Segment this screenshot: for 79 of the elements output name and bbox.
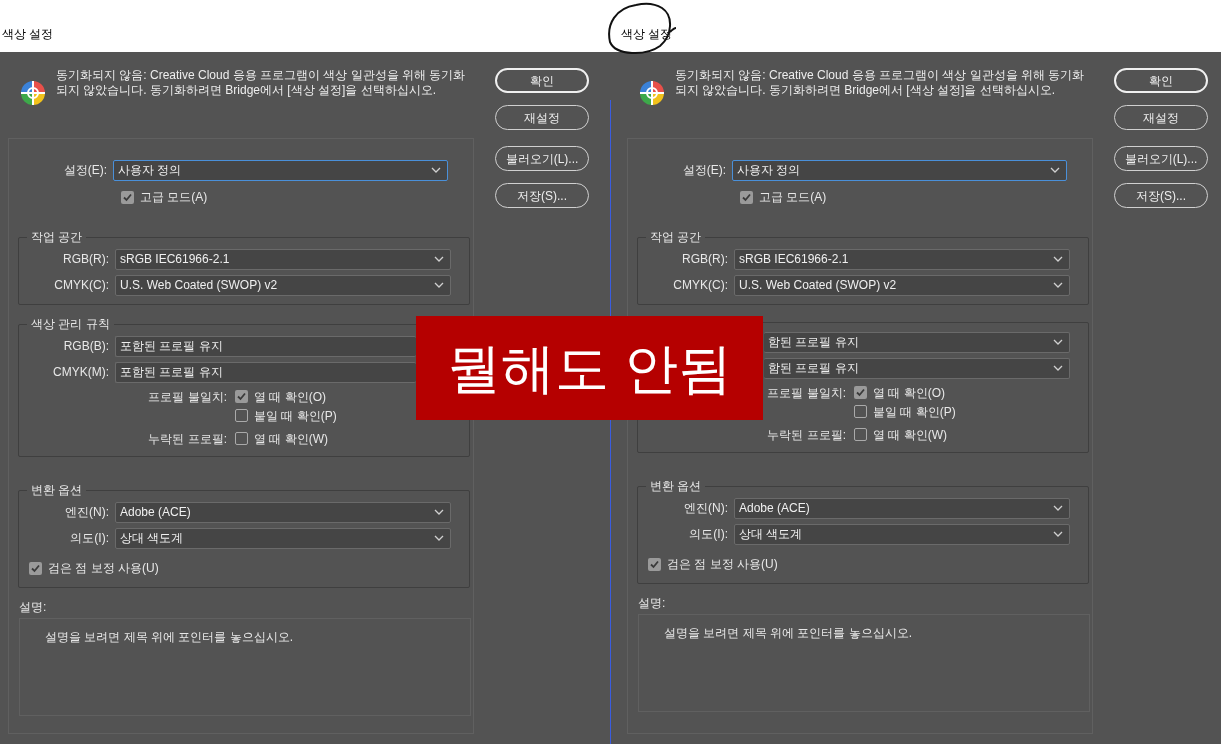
chevron-down-icon	[1053, 282, 1063, 288]
field-label: CMYK(M):	[52, 364, 110, 381]
dropdown[interactable]: 상대 색도계	[734, 523, 1070, 545]
checkbox-label: 붙일 때 확인(P)	[873, 403, 956, 421]
chevron-down-icon	[434, 256, 444, 262]
checkbox[interactable]	[235, 409, 248, 422]
dropdown[interactable]: 함된 프로필 유지	[764, 331, 1070, 353]
checkbox-label: 고급 모드(A)	[140, 189, 208, 206]
field-label: RGB(R):	[62, 251, 110, 268]
checkbox[interactable]	[121, 190, 134, 204]
checkbox[interactable]	[235, 432, 248, 445]
dropdown[interactable]: Adobe (ACE)	[115, 501, 451, 523]
color-wheel-icon	[20, 80, 46, 106]
field-label: 의도(I):	[688, 526, 729, 543]
sync-warning-text: 동기화되지 않음: Creative Cloud 응용 프로그램이 색상 일관성을 위해 동기화되지 않았습니다. 동기화하려면 Bridge에서 [색상 설정]을 선택하십시오.	[56, 68, 467, 99]
chevron-down-icon	[1053, 365, 1063, 371]
chevron-down-icon	[434, 509, 444, 515]
checkbox-label: 붙일 때 확인(P)	[254, 407, 337, 425]
dropdown[interactable]: U.S. Web Coated (SWOP) v2	[115, 274, 451, 296]
dropdown[interactable]: 상대 색도계	[115, 527, 451, 549]
dropdown[interactable]: 사용자 정의	[113, 159, 448, 181]
dialog-button[interactable]: 확인	[1114, 68, 1208, 93]
dialog-button[interactable]: 확인	[495, 68, 589, 93]
dropdown[interactable]: sRGB IEC61966-2.1	[115, 248, 451, 270]
field-label: CMYK(C):	[672, 277, 729, 294]
description-label: 설명:	[638, 595, 667, 612]
field-label: 엔진(N):	[683, 500, 729, 517]
chevron-down-icon	[1053, 339, 1063, 345]
field-label: 엔진(N):	[64, 504, 110, 521]
field-label: RGB(B):	[62, 338, 110, 355]
group-title: 변환 옵션	[30, 482, 84, 499]
checkbox-label: 열 때 확인(W)	[873, 426, 947, 444]
dropdown[interactable]: Adobe (ACE)	[734, 497, 1070, 519]
checkbox-label: 검은 점 보정 사용(U)	[48, 560, 159, 577]
description-label: 설명:	[19, 599, 48, 616]
chevron-down-icon	[1053, 505, 1063, 511]
field-label: 누락된 프로필:	[147, 430, 228, 448]
checkbox-label: 검은 점 보정 사용(U)	[667, 556, 778, 573]
checkbox[interactable]	[648, 557, 661, 571]
chevron-down-icon	[434, 282, 444, 288]
field-label: 설정(E):	[681, 162, 727, 179]
chevron-down-icon	[434, 535, 444, 541]
chevron-down-icon	[1053, 256, 1063, 262]
checkbox-label: 열 때 확인(W)	[254, 430, 328, 448]
dropdown[interactable]: 사용자 정의	[732, 159, 1067, 181]
group-title: 색상 관리 규칙	[30, 316, 111, 333]
dropdown[interactable]: sRGB IEC61966-2.1	[734, 248, 1070, 270]
field-label: 설정(E):	[62, 162, 108, 179]
checkbox[interactable]	[740, 190, 753, 204]
color-wheel-icon	[639, 80, 665, 106]
chevron-down-icon	[431, 167, 441, 173]
window-title: 색상 설정	[2, 26, 54, 43]
field-label: 프로필 불일치:	[766, 384, 847, 402]
description-text: 설명을 보려면 제목 위에 포인터를 놓으십시오.	[664, 626, 912, 640]
field-label: 누락된 프로필:	[766, 426, 847, 444]
dropdown[interactable]: U.S. Web Coated (SWOP) v2	[734, 274, 1070, 296]
checkbox[interactable]	[235, 390, 248, 403]
dropdown[interactable]: 함된 프로필 유지	[764, 357, 1070, 379]
checkbox-label: 열 때 확인(O)	[873, 384, 945, 402]
dropdown[interactable]: 포함된 프로필 유지	[115, 361, 416, 383]
checkbox[interactable]	[854, 386, 867, 399]
group-title: 변환 옵션	[649, 478, 703, 495]
checkbox[interactable]	[854, 428, 867, 441]
description-text: 설명을 보려면 제목 위에 포인터를 놓으십시오.	[45, 630, 293, 644]
dropdown[interactable]: 포함된 프로필 유지	[115, 335, 416, 357]
group-title: 작업 공간	[30, 229, 84, 246]
checkbox[interactable]	[854, 405, 867, 418]
field-label: 프로필 불일치:	[147, 388, 228, 406]
group-title: 작업 공간	[649, 229, 703, 246]
field-label: CMYK(C):	[53, 277, 110, 294]
field-label: RGB(R):	[681, 251, 729, 268]
field-label: 의도(I):	[69, 530, 110, 547]
chevron-down-icon	[1050, 167, 1060, 173]
checkbox-label: 열 때 확인(O)	[254, 388, 326, 406]
caption-banner: 뭘해도 안됨	[416, 316, 763, 420]
sync-warning-text: 동기화되지 않음: Creative Cloud 응용 프로그램이 색상 일관성을 위해 동기화되지 않았습니다. 동기화하려면 Bridge에서 [색상 설정]을 선택하십시오.	[675, 68, 1086, 99]
checkbox[interactable]	[29, 561, 42, 575]
checkbox-label: 고급 모드(A)	[759, 189, 827, 206]
chevron-down-icon	[1053, 531, 1063, 537]
